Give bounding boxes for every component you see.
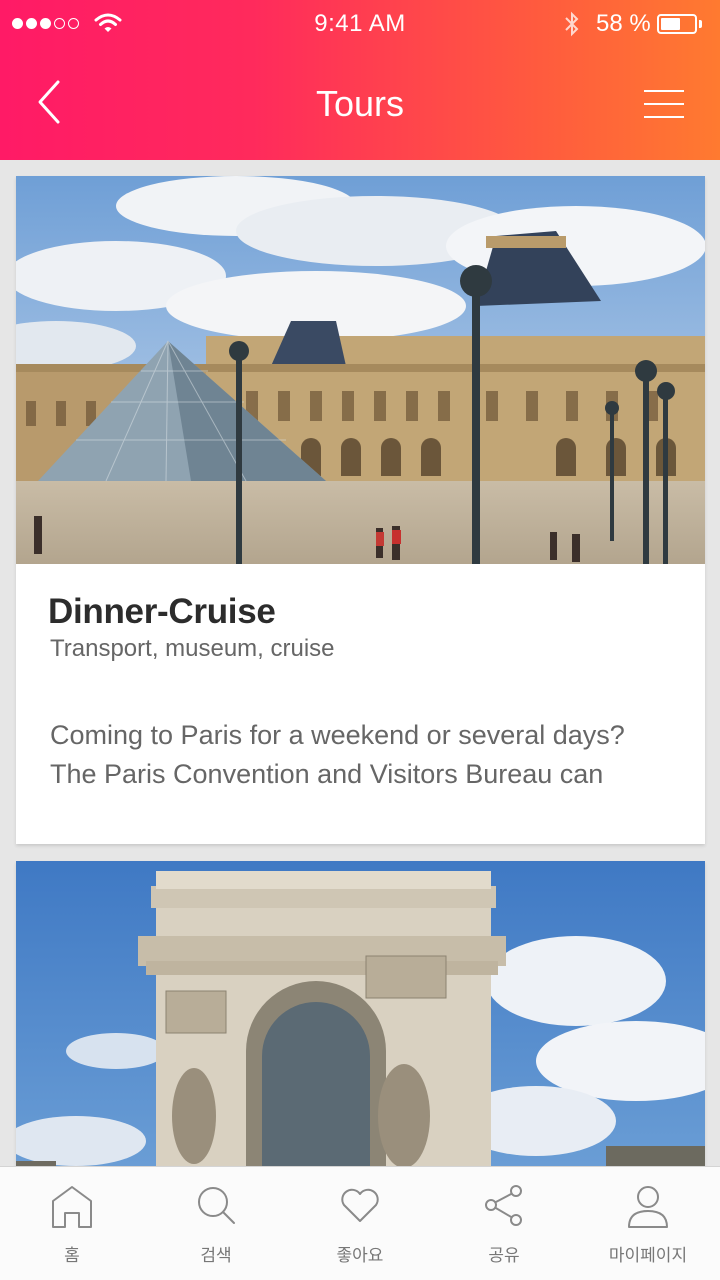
battery-tip xyxy=(699,20,702,28)
arc-de-triomphe-photo xyxy=(16,861,705,1181)
tab-label: 검색 xyxy=(200,1246,232,1266)
card-title: Dinner-Cruise xyxy=(48,592,276,631)
navigation-bar: Tours xyxy=(0,48,720,160)
card-description-line: The Paris Convention and Visitors Bureau… xyxy=(50,759,604,789)
heart-icon xyxy=(341,1188,379,1222)
tab-label: 홈 xyxy=(64,1246,80,1266)
battery-percentage: 58 % xyxy=(596,10,651,37)
battery-icon xyxy=(657,14,697,34)
tab-mypage[interactable]: 마이페이지 xyxy=(576,1167,720,1280)
app-header: 9:41 AM 58 % Tours xyxy=(0,0,720,160)
tab-home[interactable]: 홈 xyxy=(0,1167,144,1280)
louvre-pyramid-photo xyxy=(16,176,705,564)
bluetooth-icon xyxy=(565,11,579,37)
hamburger-menu-icon[interactable] xyxy=(640,86,688,122)
card-description: Coming to Paris for a weekend or several… xyxy=(50,716,690,794)
share-icon xyxy=(485,1185,522,1226)
status-bar: 9:41 AM 58 % xyxy=(0,0,720,48)
home-icon xyxy=(52,1186,92,1228)
user-icon xyxy=(628,1186,668,1228)
tour-card[interactable]: Dinner-Cruise Transport, museum, cruise … xyxy=(16,176,705,844)
tab-share[interactable]: 공유 xyxy=(432,1167,576,1280)
tab-like[interactable]: 좋아요 xyxy=(288,1167,432,1280)
tour-card[interactable] xyxy=(16,861,705,1181)
tab-search[interactable]: 검색 xyxy=(144,1167,288,1280)
tab-label: 마이페이지 xyxy=(608,1246,688,1266)
tab-label: 좋아요 xyxy=(336,1246,384,1266)
search-icon xyxy=(198,1187,235,1224)
bottom-tab-bar: 홈 검색 좋아요 공유 마이페이지 xyxy=(0,1166,720,1280)
page-title: Tours xyxy=(315,83,405,124)
tab-label: 공유 xyxy=(488,1246,520,1266)
card-description-line: Coming to Paris for a weekend or several… xyxy=(50,720,625,750)
card-subtitle: Transport, museum, cruise xyxy=(50,635,335,662)
